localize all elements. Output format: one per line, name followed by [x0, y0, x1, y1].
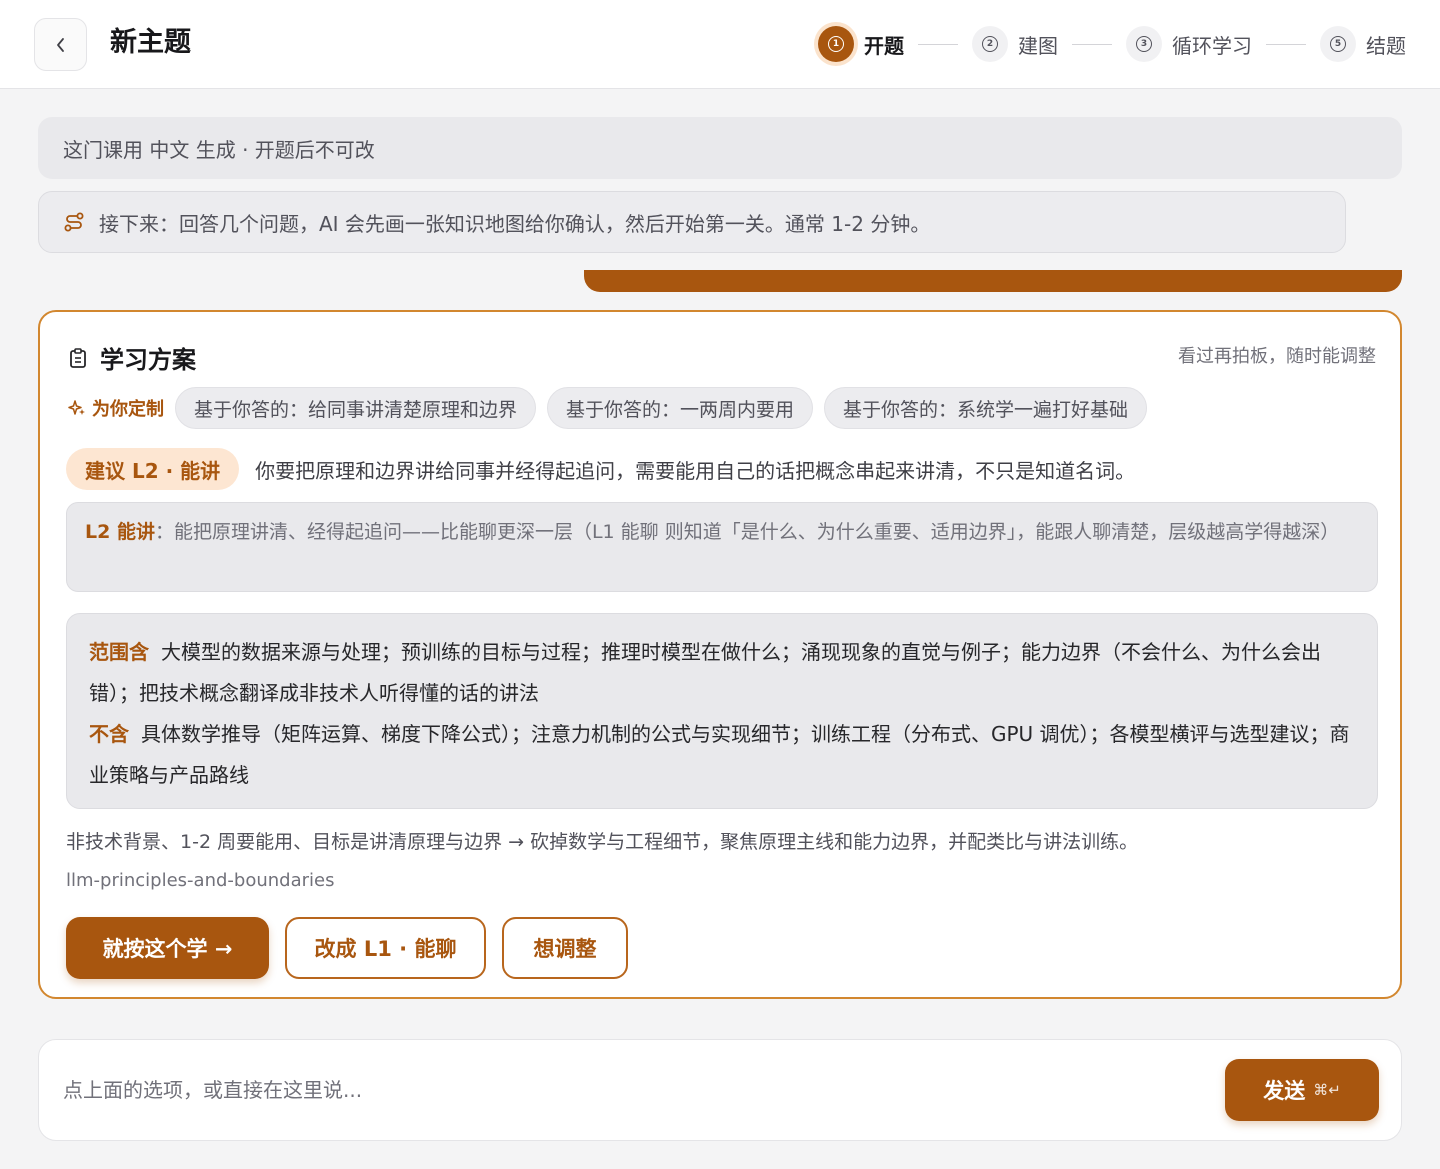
send-button[interactable]: 发送 ⌘↵ [1225, 1059, 1379, 1121]
plan-slug: llm-principles-and-boundaries [66, 870, 335, 891]
scope-excluded: 不含 具体数学推导（矩阵运算、梯度下降公式）；注意力机制的公式与实现细节；训练工程… [89, 714, 1355, 796]
step-label: 循环学习 [1172, 33, 1252, 58]
level-description: L2 能讲：能把原理讲清、经得起追问——比能聊更深一层（L1 能聊 则知道「是什… [66, 502, 1378, 592]
send-shortcut: ⌘↵ [1313, 1082, 1341, 1099]
customization-row: 为你定制 基于你答的：给同事讲清楚原理和边界 基于你答的：一两周内要用 基于你答… [68, 387, 1148, 429]
step-connector [918, 43, 958, 45]
step-build-map[interactable]: 2 建图 [972, 26, 1058, 62]
plan-actions: 就按这个学 → 改成 L1 · 能聊 想调整 [66, 917, 628, 979]
custom-label-text: 为你定制 [92, 399, 164, 420]
step-number-icon: 1 [818, 26, 854, 62]
next-steps-bar: 接下来：回答几个问题，AI 会先画一张知识地图给你确认，然后开始第一关。通常 1… [38, 191, 1346, 253]
step-label: 结题 [1366, 33, 1406, 58]
plan-header: 学习方案 [68, 340, 196, 375]
plan-title: 学习方案 [100, 346, 196, 374]
step-loop-learning[interactable]: 3 循环学习 [1126, 26, 1252, 62]
language-info-bar: 这门课用 中文 生成 · 开题后不可改 [38, 117, 1402, 179]
step-label: 建图 [1018, 33, 1058, 58]
scope-in-text: 大模型的数据来源与处理；预训练的目标与过程；推理时模型在做什么；涌现现象的直觉与… [89, 640, 1321, 705]
page-title: 新主题 [110, 27, 191, 58]
step-number-icon: 2 [972, 26, 1008, 62]
step-number-icon: 3 [1126, 26, 1162, 62]
custom-label: 为你定制 [68, 395, 164, 421]
step-conclude[interactable]: 5 结题 [1320, 26, 1406, 62]
scope-included: 范围含 大模型的数据来源与处理；预训练的目标与过程；推理时模型在做什么；涌现现象的… [89, 632, 1355, 714]
adjust-plan-button[interactable]: 想调整 [502, 917, 628, 979]
suggested-level-badge: 建议 L2 · 能讲 [66, 448, 240, 490]
progress-strip [584, 270, 1402, 292]
scope-box: 范围含 大模型的数据来源与处理；预训练的目标与过程；推理时模型在做什么；涌现现象的… [66, 613, 1378, 809]
answer-chip[interactable]: 基于你答的：系统学一遍打好基础 [824, 387, 1148, 429]
chevron-left-icon [56, 37, 64, 52]
clipboard-icon [70, 347, 86, 368]
send-label: 发送 [1263, 1080, 1306, 1103]
step-label: 开题 [864, 33, 904, 58]
study-plan-card: 学习方案 看过再拍板，随时能调整 为你定制 基于你答的：给同事讲清楚原理和边界 … [38, 310, 1402, 999]
stepper: 1 开题 2 建图 3 循环学习 5 结题 [818, 22, 1406, 66]
language-info-text: 这门课用 中文 生成 · 开题后不可改 [63, 137, 375, 162]
route-icon [64, 212, 84, 232]
scope-out-label: 不含 [89, 722, 129, 746]
back-button[interactable] [34, 18, 87, 71]
scope-out-text: 具体数学推导（矩阵运算、梯度下降公式）；注意力机制的公式与实现细节；训练工程（分… [89, 722, 1350, 787]
level-desc-text: ：能把原理讲清、经得起追问——比能聊更深一层（L1 能聊 则知道「是什么、为什么… [154, 521, 1340, 543]
step-connector [1072, 43, 1112, 45]
message-input[interactable] [63, 1070, 1163, 1110]
answer-chip[interactable]: 基于你答的：一两周内要用 [547, 387, 814, 429]
next-steps-text: 接下来：回答几个问题，AI 会先画一张知识地图给你确认，然后开始第一关。通常 1… [99, 211, 931, 236]
plan-hint: 看过再拍板，随时能调整 [1178, 346, 1376, 367]
answer-chip[interactable]: 基于你答的：给同事讲清楚原理和边界 [175, 387, 537, 429]
message-composer: 发送 ⌘↵ [38, 1039, 1402, 1141]
step-connector [1266, 43, 1306, 45]
level-name: L2 能讲 [85, 521, 155, 543]
suggestion-text: 你要把原理和边界讲给同事并经得起追问，需要能用自己的话把概念串起来讲清，不只是知… [255, 458, 1136, 483]
sparkle-icon [68, 400, 85, 415]
switch-to-l1-button[interactable]: 改成 L1 · 能聊 [285, 917, 486, 979]
top-bar: 新主题 1 开题 2 建图 3 循环学习 5 结题 [0, 0, 1440, 89]
scope-in-label: 范围含 [89, 640, 149, 664]
suggestion-row: 建议 L2 · 能讲 你要把原理和边界讲给同事并经得起追问，需要能用自己的话把概… [66, 448, 1135, 490]
plan-reason: 非技术背景、1-2 周要能用、目标是讲清原理与边界 → 砍掉数学与工程细节，聚焦… [66, 831, 1139, 853]
step-number-icon: 5 [1320, 26, 1356, 62]
accept-plan-button[interactable]: 就按这个学 → [66, 917, 269, 979]
step-open-topic[interactable]: 1 开题 [818, 26, 904, 62]
